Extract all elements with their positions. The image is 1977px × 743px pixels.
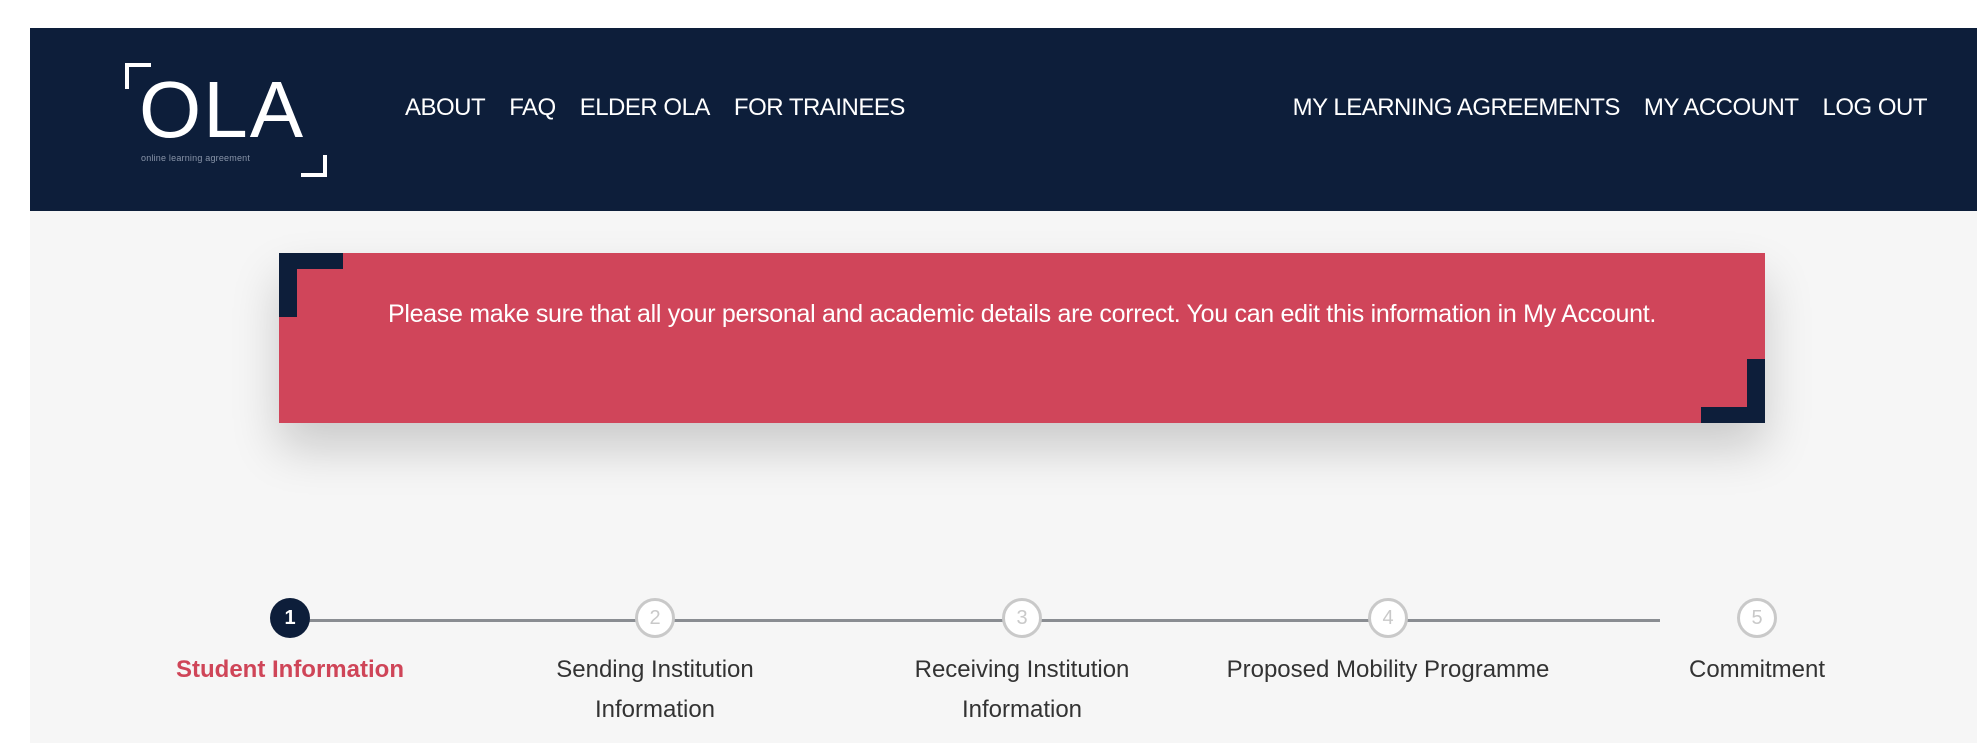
alert-bracket-top-left — [279, 253, 343, 317]
app-window: OLA online learning agreement ABOUT FAQ … — [30, 28, 1977, 743]
logo-tagline: online learning agreement — [141, 153, 251, 163]
progress-stepper: 1 Student Information 2 Sending Institut… — [30, 568, 1977, 743]
step-receiving-institution[interactable]: 3 Receiving Institution Information — [872, 598, 1172, 730]
logo-corner-bottom-right — [301, 155, 327, 177]
step-number-circle: 4 — [1368, 598, 1408, 638]
step-label: Commitment — [1688, 656, 1826, 683]
nav-about[interactable]: ABOUT — [405, 94, 486, 122]
step-sending-institution[interactable]: 2 Sending Institution Information — [505, 598, 805, 730]
nav-log-out[interactable]: LOG OUT — [1822, 94, 1927, 122]
step-student-information[interactable]: 1 Student Information — [140, 598, 440, 690]
step-proposed-mobility-programme[interactable]: 4 Proposed Mobility Programme — [1188, 598, 1588, 690]
step-label: Sending Institution Information — [556, 656, 754, 723]
logo-text: OLA — [139, 65, 306, 154]
alert-bracket-bottom-right — [1701, 359, 1765, 423]
alert-message: Please make sure that all your personal … — [387, 300, 1657, 328]
top-navbar: OLA online learning agreement ABOUT FAQ … — [30, 28, 1977, 211]
nav-my-learning-agreements[interactable]: MY LEARNING AGREEMENTS — [1293, 94, 1621, 122]
step-label: Proposed Mobility Programme — [1226, 656, 1550, 683]
step-number-circle: 1 — [270, 598, 310, 638]
step-label: Receiving Institution Information — [914, 656, 1130, 723]
step-number-circle: 2 — [635, 598, 675, 638]
step-number-circle: 3 — [1002, 598, 1042, 638]
account-nav: MY LEARNING AGREEMENTS MY ACCOUNT LOG OU… — [1293, 94, 1928, 122]
main-nav: ABOUT FAQ ELDER OLA FOR TRAINEES — [405, 94, 905, 122]
nav-my-account[interactable]: MY ACCOUNT — [1644, 94, 1799, 122]
nav-elder-ola[interactable]: ELDER OLA — [580, 94, 711, 122]
step-commitment[interactable]: 5 Commitment — [1607, 598, 1907, 690]
nav-faq[interactable]: FAQ — [509, 94, 556, 122]
step-label: Student Information — [176, 656, 404, 683]
ola-logo[interactable]: OLA online learning agreement — [125, 63, 335, 177]
info-alert-banner: Please make sure that all your personal … — [279, 253, 1765, 423]
nav-for-trainees[interactable]: FOR TRAINEES — [734, 94, 905, 122]
step-number-circle: 5 — [1737, 598, 1777, 638]
